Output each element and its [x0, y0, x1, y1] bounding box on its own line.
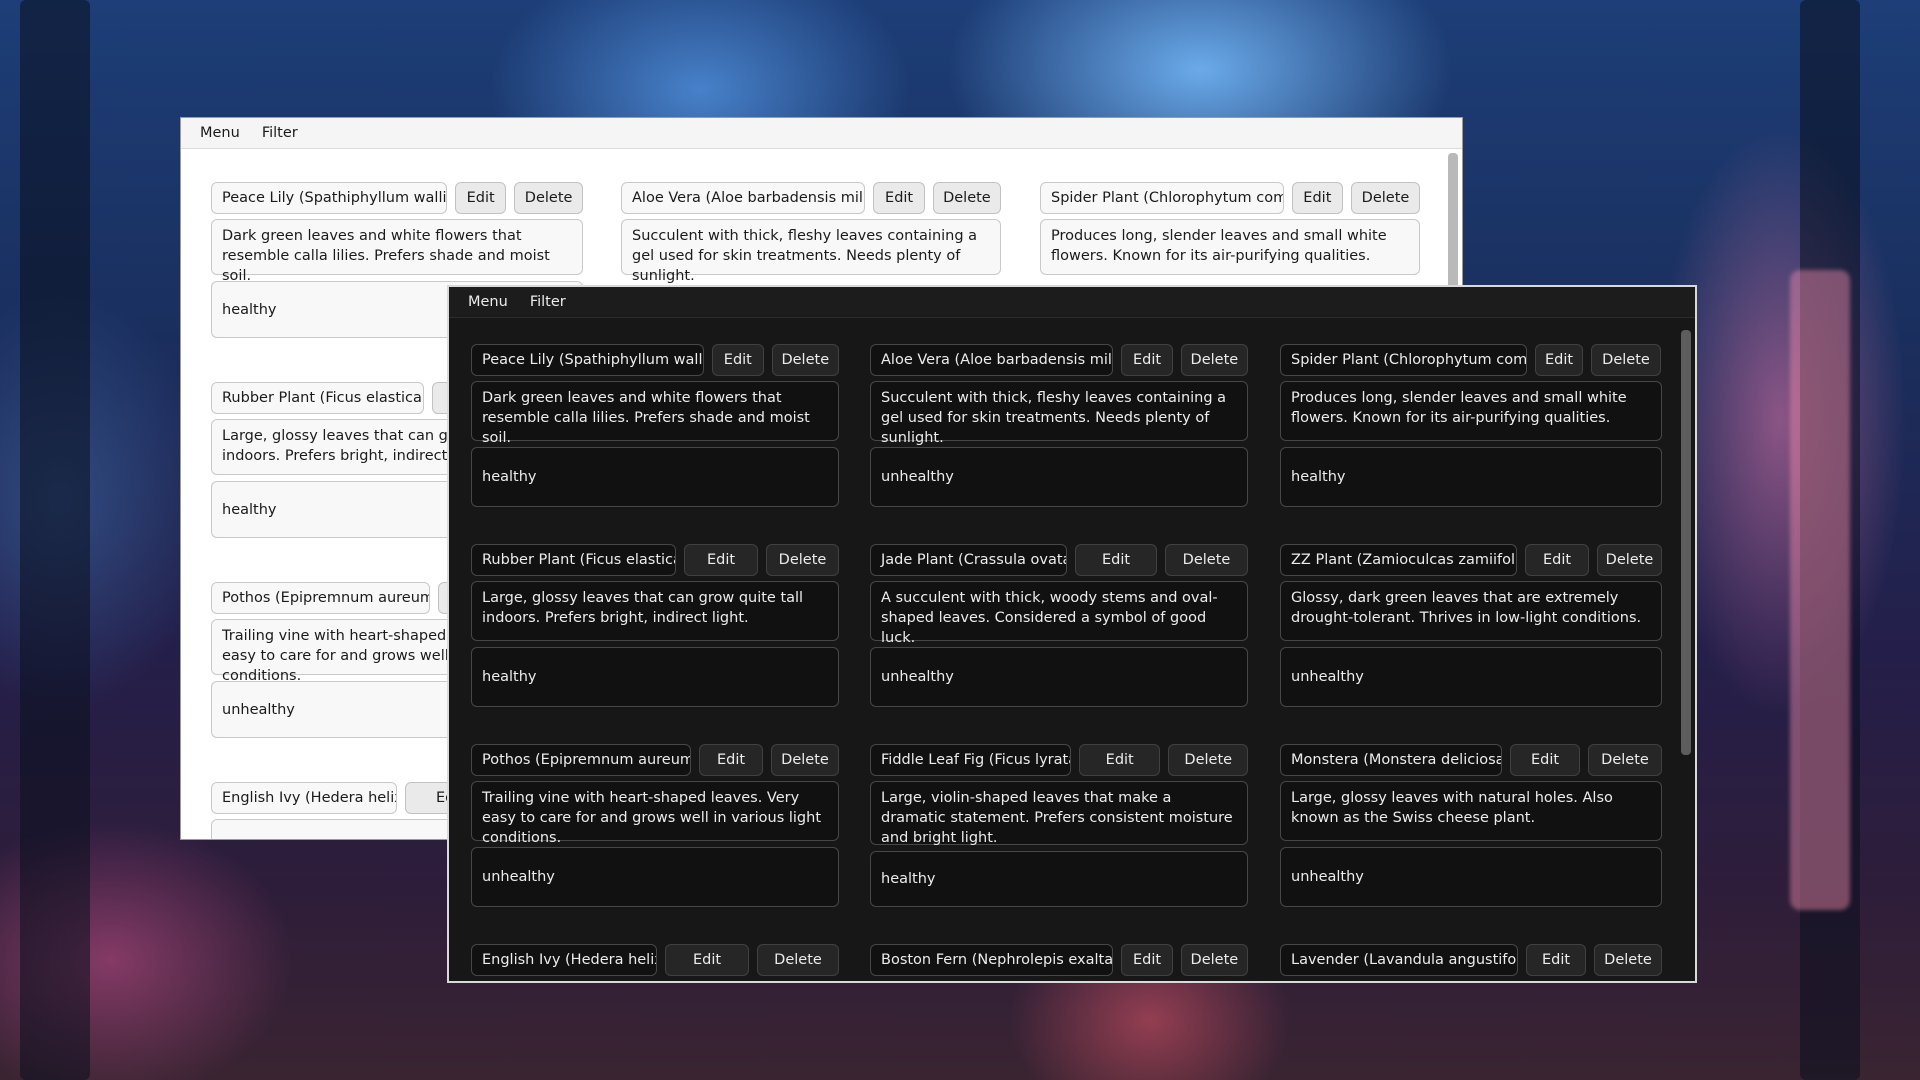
delete-button[interactable]: Delete [1594, 944, 1662, 976]
edit-button[interactable]: Edit [665, 944, 749, 976]
plant-card: Aloe Vera (Aloe barbadensis miller) Edit… [621, 182, 1002, 284]
edit-button[interactable]: Edit [1525, 544, 1589, 576]
edit-button[interactable]: Edit [1526, 944, 1586, 976]
menu-filter[interactable]: Filter [519, 287, 577, 318]
plant-list-window-dark: Menu Filter Peace Lily (Spathiphyllum wa… [447, 285, 1697, 983]
plant-name-field[interactable]: ZZ Plant (Zamioculcas zamiifolia) [1280, 544, 1517, 576]
plant-card: Spider Plant (Chlorophytum comosum) Edit… [1040, 182, 1420, 275]
plant-status-field[interactable]: healthy [471, 447, 839, 507]
plant-name-field[interactable]: Boston Fern (Nephrolepis exaltata) [870, 944, 1114, 976]
plant-grid-scroll-area[interactable]: Peace Lily (Spathiphyllum wallisii) Edit… [449, 318, 1695, 981]
edit-button[interactable]: Edit [1121, 944, 1173, 976]
menu-menu[interactable]: Menu [189, 118, 251, 149]
edit-button[interactable]: Edit [712, 344, 764, 376]
delete-button[interactable]: Delete [771, 344, 839, 376]
plant-description-field[interactable]: Dark green leaves and white flowers that… [471, 381, 839, 446]
plant-description-field[interactable]: Large, violin-shaped leaves that make a … [870, 781, 1248, 846]
menu-bar: Menu Filter [449, 287, 1695, 318]
plant-status-field[interactable]: unhealthy [471, 847, 839, 907]
plant-card: Aloe Vera (Aloe barbadensis miller) Edit… [870, 344, 1248, 507]
plant-description-field[interactable]: Succulent with thick, fleshy leaves cont… [870, 381, 1248, 446]
delete-button[interactable]: Delete [1591, 344, 1661, 376]
edit-button[interactable]: Edit [1510, 744, 1580, 776]
edit-button[interactable]: Edit [1535, 344, 1583, 376]
plant-description-field[interactable]: Produces long, slender leaves and small … [1280, 381, 1662, 441]
plant-name-field[interactable]: English Ivy (Hedera helix) [471, 944, 657, 976]
plant-card: Peace Lily (Spathiphyllum wallisii) Edit… [471, 344, 839, 507]
plant-name-field[interactable]: Aloe Vera (Aloe barbadensis miller) [870, 344, 1114, 376]
delete-button[interactable]: Delete [1180, 944, 1248, 976]
vertical-scrollbar[interactable] [1681, 330, 1691, 755]
delete-button[interactable]: Delete [932, 182, 1002, 214]
plant-status-field[interactable]: unhealthy [870, 647, 1248, 707]
plant-name-field[interactable]: Pothos (Epipremnum aureum) [471, 744, 691, 776]
plant-status-field[interactable]: unhealthy [1280, 647, 1662, 707]
plant-description-field[interactable]: Trailing vine with heart-shaped leaves. … [471, 781, 839, 846]
edit-button[interactable]: Edit [699, 744, 763, 776]
plant-status-field[interactable]: healthy [870, 851, 1248, 907]
edit-button[interactable]: Edit [1291, 182, 1343, 214]
plant-status-field[interactable]: unhealthy [1280, 847, 1662, 907]
wallpaper-tree-left [20, 0, 90, 1080]
plant-description-field[interactable]: Large, glossy leaves that can grow quite… [471, 581, 839, 641]
plant-card: Pothos (Epipremnum aureum) Edit Delete T… [471, 744, 839, 907]
edit-button[interactable]: Edit [1075, 544, 1157, 576]
wallpaper-pillar-glow [1790, 270, 1850, 910]
plant-card: Jade Plant (Crassula ovata) Edit Delete … [870, 544, 1248, 707]
plant-name-field[interactable]: Pothos (Epipremnum aureum) [211, 582, 430, 614]
plant-name-field[interactable]: Peace Lily (Spathiphyllum wallisii) [211, 182, 448, 214]
edit-button[interactable]: Edit [1121, 344, 1173, 376]
menu-bar: Menu Filter [181, 118, 1462, 149]
plant-description-field[interactable]: Glossy, dark green leaves that are extre… [1280, 581, 1662, 641]
plant-name-field[interactable]: Jade Plant (Crassula ovata) [870, 544, 1067, 576]
plant-card: ZZ Plant (Zamioculcas zamiifolia) Edit D… [1280, 544, 1662, 707]
menu-filter[interactable]: Filter [251, 118, 309, 149]
plant-name-field[interactable]: Peace Lily (Spathiphyllum wallisii) [471, 344, 705, 376]
plant-card: Monstera (Monstera deliciosa) Edit Delet… [1280, 744, 1662, 907]
plant-description-field[interactable]: Produces long, slender leaves and small … [1040, 219, 1420, 275]
plant-name-field[interactable]: Rubber Plant (Ficus elastica) [471, 544, 676, 576]
delete-button[interactable]: Delete [771, 744, 839, 776]
menu-menu[interactable]: Menu [457, 287, 519, 318]
edit-button[interactable]: Edit [1078, 744, 1161, 776]
plant-description-field[interactable]: Dark green leaves and white flowers that… [211, 219, 583, 284]
plant-name-field[interactable]: Aloe Vera (Aloe barbadensis miller) [621, 182, 866, 214]
delete-button[interactable]: Delete [1597, 544, 1662, 576]
edit-button[interactable]: Edit [455, 182, 507, 214]
plant-card: Rubber Plant (Ficus elastica) Edit Delet… [471, 544, 839, 707]
plant-name-field[interactable]: Rubber Plant (Ficus elastica) [211, 382, 425, 414]
delete-button[interactable]: Delete [757, 944, 839, 976]
edit-button[interactable]: Edit [684, 544, 758, 576]
plant-status-field[interactable]: healthy [471, 647, 839, 707]
plant-card: English Ivy (Hedera helix) Edit Delete [471, 944, 839, 976]
plant-name-field[interactable]: Spider Plant (Chlorophytum comosum) [1040, 182, 1284, 214]
plant-description-field[interactable]: A succulent with thick, woody stems and … [870, 581, 1248, 646]
plant-status-field[interactable]: healthy [1280, 447, 1662, 507]
delete-button[interactable]: Delete [1350, 182, 1420, 214]
edit-button[interactable]: Edit [873, 182, 925, 214]
plant-card: Boston Fern (Nephrolepis exaltata) Edit … [870, 944, 1248, 976]
plant-card: Spider Plant (Chlorophytum comosum) Edit… [1280, 344, 1662, 507]
delete-button[interactable]: Delete [514, 182, 583, 214]
plant-name-field[interactable]: Fiddle Leaf Fig (Ficus lyrata) [870, 744, 1071, 776]
plant-card: Fiddle Leaf Fig (Ficus lyrata) Edit Dele… [870, 744, 1248, 907]
plant-status-field[interactable]: unhealthy [870, 447, 1248, 507]
plant-name-field[interactable]: Monstera (Monstera deliciosa) [1280, 744, 1502, 776]
delete-button[interactable]: Delete [1165, 544, 1248, 576]
plant-description-field[interactable]: Large, glossy leaves with natural holes.… [1280, 781, 1662, 841]
delete-button[interactable]: Delete [1588, 744, 1662, 776]
plant-name-field[interactable]: Spider Plant (Chlorophytum comosum) [1280, 344, 1527, 376]
delete-button[interactable]: Delete [1180, 344, 1248, 376]
plant-card: Lavender (Lavandula angustifolia) Edit D… [1280, 944, 1662, 976]
plant-description-field[interactable]: Succulent with thick, fleshy leaves cont… [621, 219, 1001, 284]
plant-name-field[interactable]: Lavender (Lavandula angustifolia) [1280, 944, 1518, 976]
delete-button[interactable]: Delete [766, 544, 839, 576]
plant-name-field[interactable]: English Ivy (Hedera helix) [211, 782, 397, 814]
delete-button[interactable]: Delete [1168, 744, 1248, 776]
